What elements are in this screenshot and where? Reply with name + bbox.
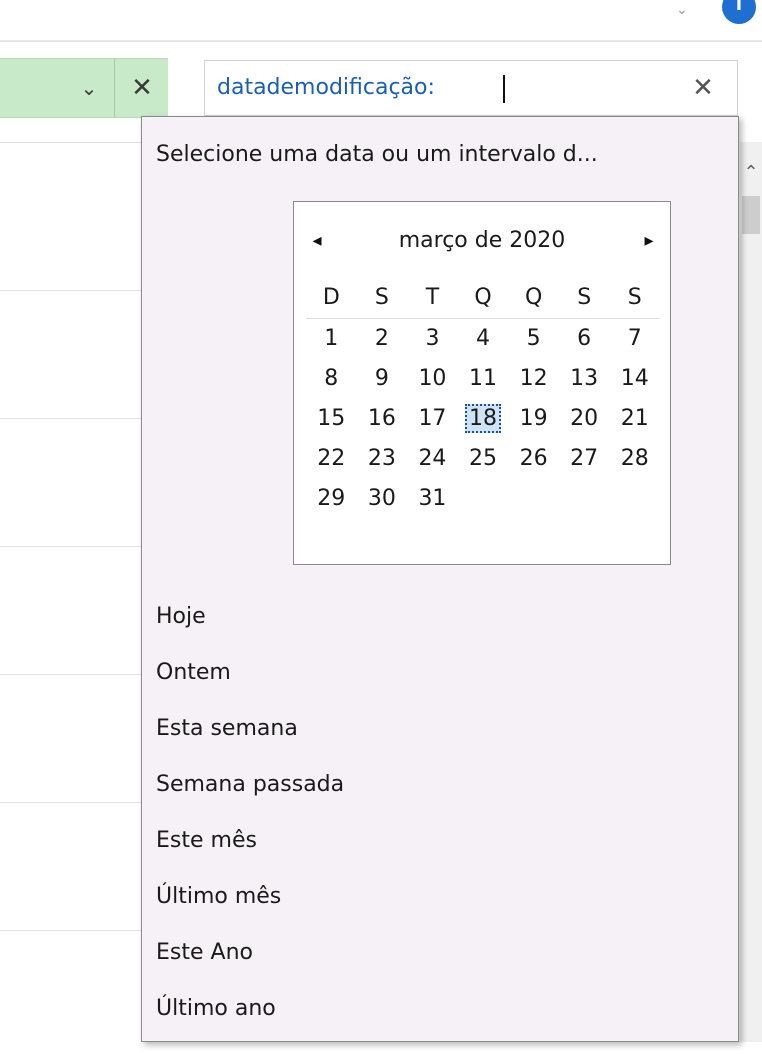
calendar-day[interactable]: 2 (357, 319, 408, 359)
toolbar-divider (0, 40, 762, 42)
calendar-day[interactable]: 24 (407, 439, 458, 479)
list-row-divider (0, 290, 150, 291)
info-icon-glyph: i (735, 0, 743, 15)
list-row-divider (0, 930, 150, 931)
calendar-day[interactable]: 30 (357, 479, 408, 519)
calendar-day[interactable]: 13 (559, 359, 610, 399)
address-bar[interactable]: ⌄ ✕ (0, 58, 168, 118)
date-preset-list: Hoje Ontem Esta semana Semana passada Este m… (156, 597, 716, 1045)
chevron-down-icon[interactable]: ⌄ (74, 75, 104, 101)
calendar-day[interactable]: 12 (508, 359, 559, 399)
calendar-day[interactable]: 11 (458, 359, 509, 399)
address-bar-separator (114, 59, 115, 117)
calendar-week-row: 15 16 17 18 19 20 21 (306, 399, 660, 439)
calendar-week-row: 29 30 31 (306, 479, 660, 519)
calendar-empty-cell (559, 479, 610, 519)
list-row-divider (0, 802, 150, 803)
calendar-empty-cell (458, 479, 509, 519)
search-input-value[interactable]: datademodificação: (217, 73, 435, 103)
list-row-divider (0, 418, 150, 419)
calendar-week-row: 22 23 24 25 26 27 28 (306, 439, 660, 479)
text-caret (503, 75, 505, 103)
calendar-day[interactable]: 7 (609, 319, 660, 359)
calendar-day[interactable]: 25 (458, 439, 509, 479)
calendar-day[interactable]: 21 (609, 399, 660, 439)
calendar-day[interactable]: 5 (508, 319, 559, 359)
scroll-up-icon[interactable]: ⌃ (740, 162, 762, 184)
date-preset-option[interactable]: Ontem (156, 653, 716, 709)
calendar-day[interactable]: 15 (306, 399, 357, 439)
info-icon[interactable]: i (722, 0, 756, 26)
calendar-day-selected[interactable]: 18 (458, 399, 509, 439)
search-input[interactable]: datademodificação: ✕ (204, 60, 738, 116)
date-filter-prompt: Selecione uma data ou um intervalo d... (156, 142, 598, 167)
calendar-empty-cell (609, 479, 660, 519)
calendar-day[interactable]: 28 (609, 439, 660, 479)
calendar-day[interactable]: 14 (609, 359, 660, 399)
calendar-day[interactable]: 19 (508, 399, 559, 439)
previous-month-icon[interactable]: ◂ (302, 226, 332, 256)
date-preset-option[interactable]: Este mês (156, 821, 716, 877)
calendar-day[interactable]: 4 (458, 319, 509, 359)
calendar: ◂ março de 2020 ▸ D S T Q Q S S 1 2 3 4 5 6 7 8 9 10 11 12… (293, 201, 671, 565)
list-header-divider (0, 142, 150, 143)
list-row-divider (0, 546, 150, 547)
close-icon[interactable]: ✕ (124, 73, 160, 103)
calendar-day[interactable]: 23 (357, 439, 408, 479)
calendar-day[interactable]: 1 (306, 319, 357, 359)
calendar-day[interactable]: 6 (559, 319, 610, 359)
calendar-day[interactable]: 16 (357, 399, 408, 439)
calendar-day[interactable]: 20 (559, 399, 610, 439)
calendar-day[interactable]: 22 (306, 439, 357, 479)
date-filter-popup: Selecione uma data ou um intervalo d... … (141, 116, 739, 1042)
date-preset-option[interactable]: Último mês (156, 877, 716, 933)
calendar-day[interactable]: 10 (407, 359, 458, 399)
date-preset-option[interactable]: Hoje (156, 597, 716, 653)
weekday-label: S (374, 285, 389, 310)
weekday-label: D (322, 285, 340, 310)
calendar-month-title[interactable]: março de 2020 (334, 226, 630, 256)
calendar-day[interactable]: 31 (407, 479, 458, 519)
weekday-label: Q (524, 285, 543, 310)
calendar-day[interactable]: 9 (357, 359, 408, 399)
scrollbar-thumb[interactable] (742, 196, 760, 234)
search-clear-button[interactable]: ✕ (687, 73, 719, 103)
calendar-day[interactable]: 17 (407, 399, 458, 439)
calendar-day[interactable]: 29 (306, 479, 357, 519)
date-preset-option[interactable]: Este Ano (156, 933, 716, 989)
calendar-day[interactable]: 8 (306, 359, 357, 399)
weekday-label: T (425, 285, 440, 310)
calendar-day[interactable]: 3 (407, 319, 458, 359)
weekday-label: S (627, 285, 642, 310)
date-preset-option[interactable]: Último ano (156, 989, 716, 1045)
weekday-label: Q (474, 285, 492, 310)
list-row-divider (0, 674, 150, 675)
weekday-label: S (577, 285, 592, 310)
chevron-down-icon[interactable]: ⌄ (676, 3, 690, 17)
calendar-day[interactable]: 26 (508, 439, 559, 479)
vertical-scrollbar[interactable]: ⌃ (740, 142, 762, 1042)
calendar-week-row: 8 9 10 11 12 13 14 (306, 359, 660, 399)
calendar-empty-cell (508, 479, 559, 519)
next-month-icon[interactable]: ▸ (634, 226, 664, 256)
date-preset-option[interactable]: Esta semana (156, 709, 716, 765)
calendar-week-row: 1234567 (306, 319, 660, 359)
date-preset-option[interactable]: Semana passada (156, 765, 716, 821)
calendar-weekday-header: DSTQQSS (306, 280, 660, 319)
calendar-day[interactable]: 27 (559, 439, 610, 479)
calendar-grid: D S T Q Q S S 1 2 3 4 5 6 7 8 9 10 11 12 13 14 15 16 17 18 19 20 21… (306, 280, 660, 519)
